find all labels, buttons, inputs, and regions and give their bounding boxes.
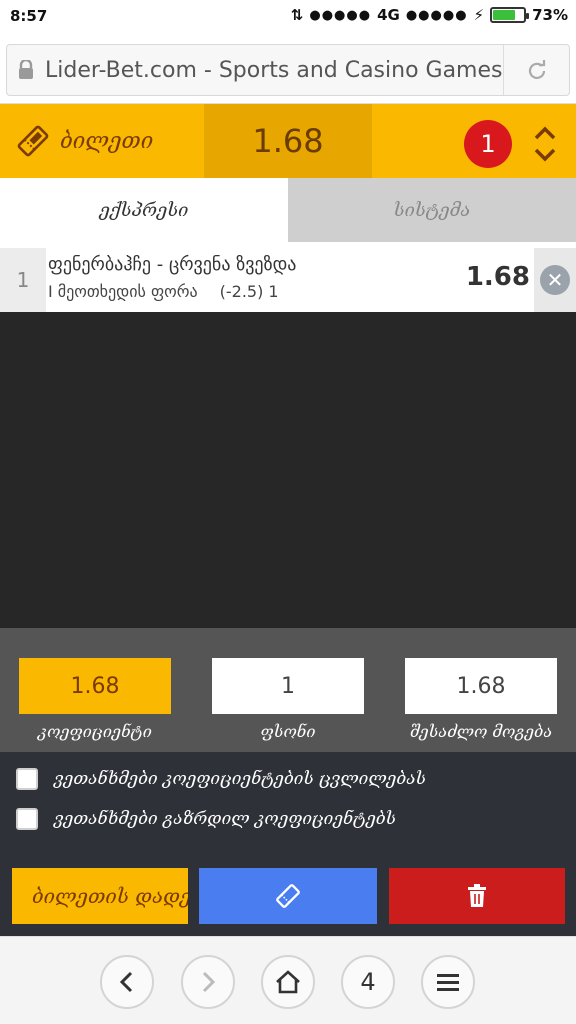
bet-market: I მეოთხედის ფორა — [48, 282, 198, 301]
browser-bar: Lider-Bet.com - Sports and Casino Games — [0, 34, 576, 104]
back-button[interactable] — [100, 955, 154, 1009]
ticket-icon — [276, 884, 300, 908]
app-root: 8:57 ⇅ ●●●●● 4G ●●●●● ⚡ 73% Lider-Bet.co… — [0, 0, 576, 1024]
tab-express[interactable]: ექსპრესი — [0, 178, 288, 242]
stake-input[interactable]: 1 — [212, 658, 364, 714]
chevron-left-icon — [119, 971, 133, 993]
ticket-stats: 1.68 კოეფიციენტი 1 ფსონი 1.68 შესაძლო მო… — [0, 628, 576, 752]
bet-odd: 1.68 — [465, 262, 530, 292]
place-bet-button[interactable]: ბილეთის დადება — [12, 868, 188, 924]
address-bar[interactable]: Lider-Bet.com - Sports and Casino Games — [6, 44, 570, 96]
total-odds: 1.68 — [204, 104, 372, 178]
ticket-title: ბილეთი — [16, 104, 153, 178]
agree-odds-change-row[interactable]: ვეთანხმები კოეფიციენტების ცვლილებას — [16, 768, 426, 790]
bet-index: 1 — [0, 248, 46, 312]
battery-percent: 73% — [532, 6, 568, 24]
home-button[interactable] — [261, 955, 315, 1009]
trash-icon — [468, 884, 486, 907]
battery-fill — [493, 10, 515, 20]
reload-icon — [528, 60, 545, 79]
battery-icon — [490, 7, 530, 23]
network-type: 4G — [377, 6, 400, 24]
home-icon — [276, 970, 300, 994]
data-transfer-icon: ⇅ — [290, 6, 304, 24]
agree-odds-change-checkbox[interactable] — [16, 768, 38, 790]
ticket-title-text: ბილეთი — [60, 128, 154, 154]
delete-ticket-button[interactable] — [389, 868, 565, 924]
charging-icon: ⚡ — [473, 6, 485, 24]
agree-increased-odds-checkbox[interactable] — [16, 808, 38, 830]
bet-type-tabs: ექსპრესი სისტემა — [0, 178, 576, 242]
tab-system[interactable]: სისტემა — [288, 178, 576, 242]
bet-handicap: (-2.5) 1 — [219, 282, 279, 301]
possible-win-value: 1.68 — [405, 658, 557, 714]
lock-icon — [7, 60, 45, 80]
tabs-button[interactable]: 4 — [341, 955, 395, 1009]
browser-bottom-nav: 4 — [0, 936, 576, 1024]
action-bar: ბილეთის დადება — [0, 858, 576, 936]
agree-increased-odds-label[interactable]: ვეთანხმები გაზრდილ კოეფიციენტებს — [54, 809, 396, 829]
status-time: 8:57 — [10, 7, 48, 25]
agree-increased-odds-row[interactable]: ვეთანხმები გაზრდილ კოეფიციენტებს — [16, 808, 396, 830]
stat-coefficient: 1.68 კოეფიციენტი — [19, 658, 171, 741]
status-indicators: ⇅ ●●●●● 4G ●●●●● ⚡ 73% — [291, 6, 568, 24]
chevron-right-icon — [202, 971, 216, 993]
stat-possible-win: 1.68 შესაძლო მოგება — [405, 658, 557, 741]
bet-row: 1 ფენერბაჰჩე - ცრვენა ზვეზდა I მეოთხედის… — [0, 248, 576, 312]
coefficient-value: 1.68 — [19, 658, 171, 714]
expand-collapse-icon[interactable] — [530, 124, 560, 164]
save-ticket-button[interactable] — [199, 868, 377, 924]
url-text[interactable]: Lider-Bet.com - Sports and Casino Games — [45, 58, 503, 83]
menu-button[interactable] — [421, 955, 475, 1009]
empty-ticket-area — [0, 312, 576, 628]
remove-bet-button[interactable]: ✕ — [534, 248, 576, 312]
reload-button[interactable] — [503, 45, 569, 95]
close-icon: ✕ — [540, 265, 570, 295]
forward-button[interactable] — [181, 955, 235, 1009]
agreements: ვეთანხმები კოეფიციენტების ცვლილებას ვეთა… — [0, 752, 576, 858]
bet-match: ფენერბაჰჩე - ცრვენა ზვეზდა — [48, 254, 297, 275]
stake-label: ფსონი — [260, 722, 316, 741]
signal-secondary-icon: ●●●●● — [405, 7, 468, 23]
agree-odds-change-label[interactable]: ვეთანხმები კოეფიციენტების ცვლილებას — [54, 769, 426, 789]
selection-count-badge: 1 — [464, 120, 512, 168]
signal-icon: ●●●●● — [309, 7, 372, 23]
coefficient-label: კოეფიციენტი — [38, 722, 152, 741]
ticket-icon — [17, 125, 49, 157]
hamburger-menu-icon — [437, 974, 459, 991]
bet-market-line: I მეოთხედის ფორა (-2.5) 1 — [48, 282, 279, 301]
stat-stake: 1 ფსონი — [212, 658, 364, 741]
place-bet-label: ბილეთის დადება — [32, 884, 188, 908]
possible-win-label: შესაძლო მოგება — [409, 722, 553, 741]
status-bar: 8:57 ⇅ ●●●●● 4G ●●●●● ⚡ 73% — [0, 0, 576, 34]
